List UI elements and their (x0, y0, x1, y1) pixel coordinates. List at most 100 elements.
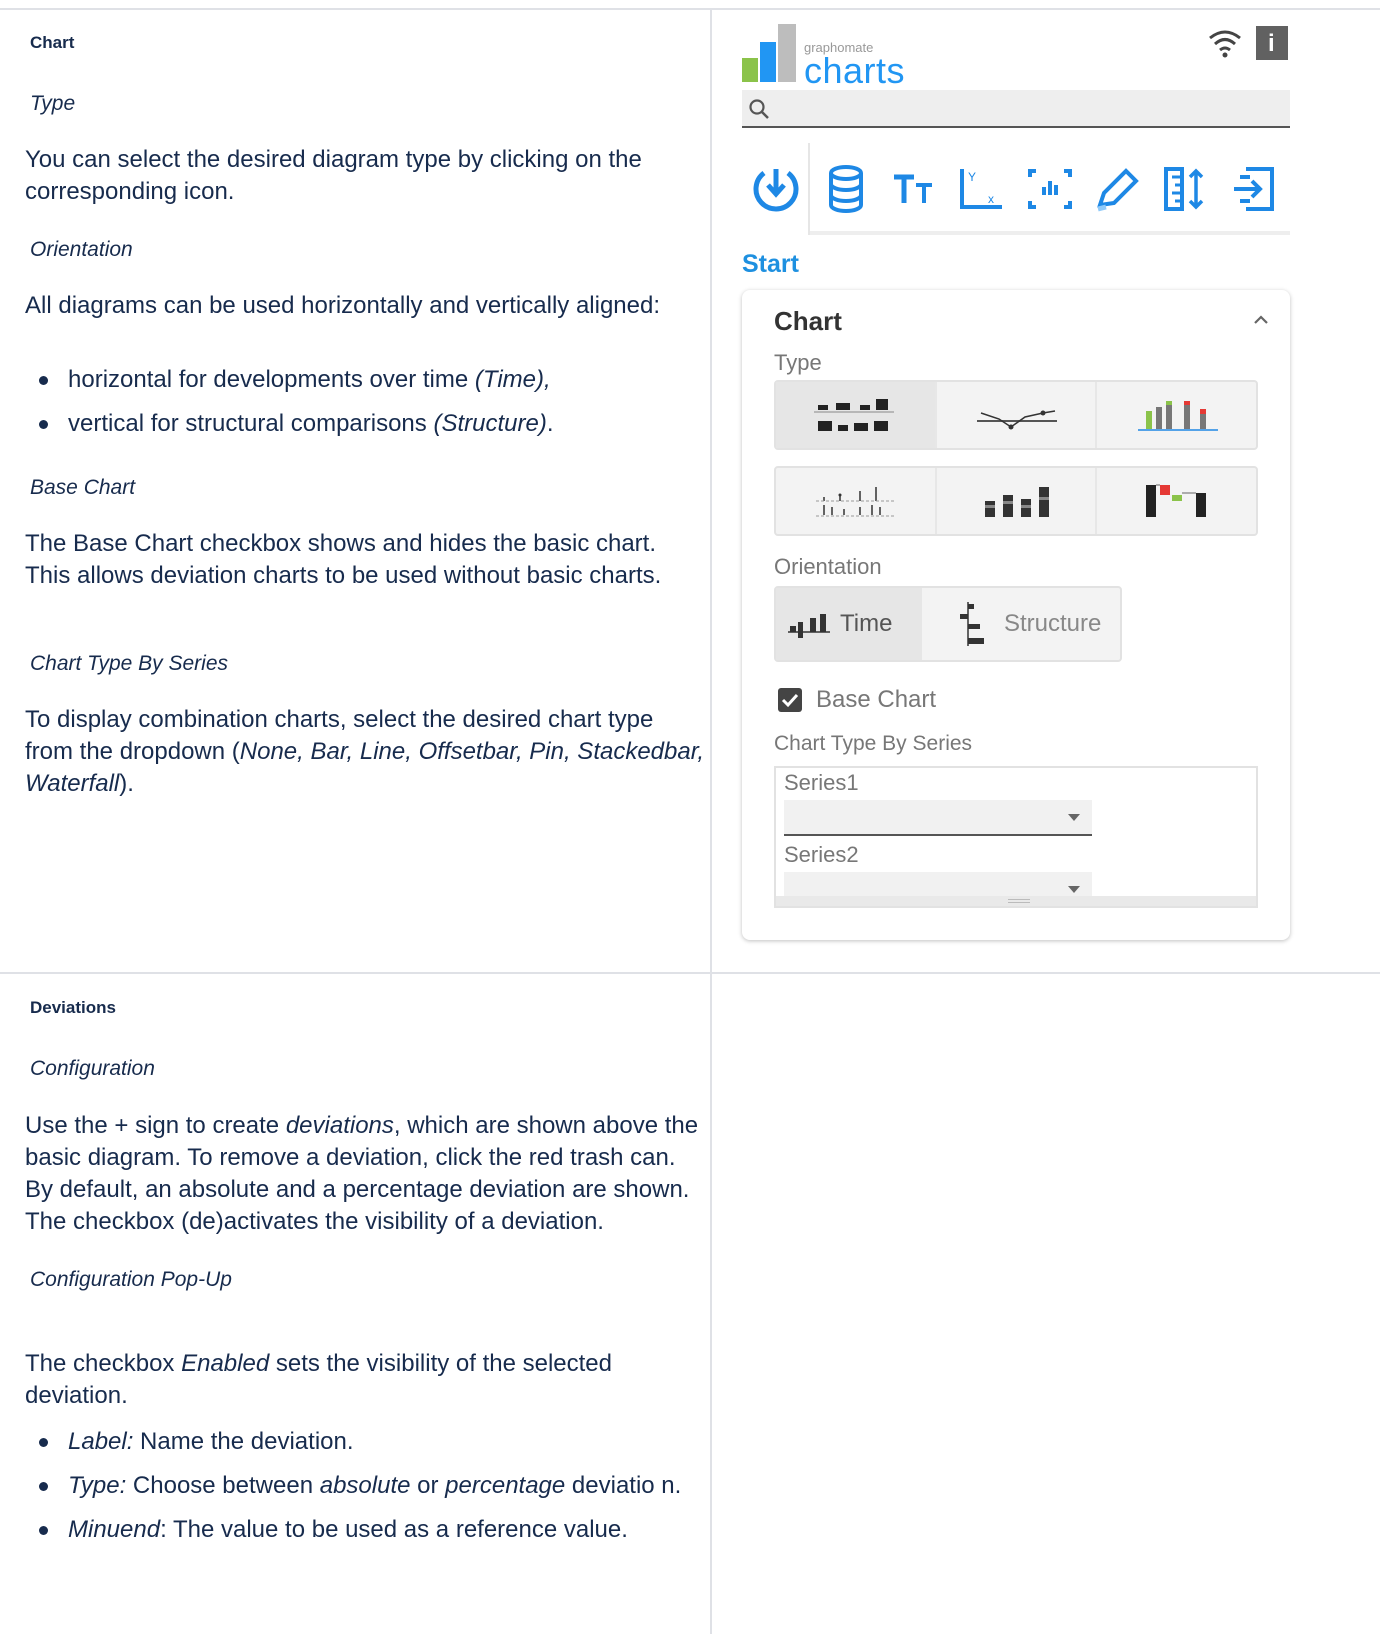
type-label: Type (774, 350, 822, 375)
series2-label: Series2 (784, 842, 859, 867)
bullet-text: horizontal for developments over time (68, 366, 475, 393)
chart-type-pin-button[interactable] (776, 468, 937, 534)
grip-icon (1008, 899, 1030, 903)
bullet-lead: Minuend (68, 1516, 161, 1543)
orientation-bullets: horizontal for developments over time (T… (25, 364, 715, 452)
chart-type-row-2 (774, 466, 1258, 536)
series-list: Series1 Series2 (774, 766, 1258, 908)
start-icon (753, 169, 799, 212)
chart-settings-card: Chart Type Orientation Time Structure Ba… (742, 290, 1290, 940)
text-size-icon[interactable] (886, 163, 942, 215)
list-item: horizontal for developments over time (T… (25, 364, 715, 396)
export-icon[interactable] (1226, 163, 1282, 215)
elements-icon[interactable] (1022, 163, 1078, 215)
database-icon[interactable] (818, 163, 874, 215)
subheading-type: Type (30, 92, 76, 115)
list-item: Minuend: The value to be used as a refer… (25, 1514, 715, 1546)
series1-label: Series1 (784, 770, 859, 795)
orientation-description: All diagrams can be used horizontally an… (25, 292, 661, 319)
section-heading-chart: Chart (30, 33, 75, 52)
subheading-chart-type-by-series: Chart Type By Series (30, 652, 229, 675)
popup-bullets: Label: Name the deviation. Type: Choose … (25, 1426, 715, 1558)
time-orientation-icon (788, 614, 830, 638)
chart-type-bar-button[interactable] (776, 382, 937, 448)
graphomate-logo: graphomate charts (742, 24, 905, 91)
bullet-text: Choose between (126, 1472, 320, 1499)
orientation-label: Orientation (774, 554, 882, 579)
subheading-configuration-popup: Configuration Pop-Up (30, 1268, 232, 1291)
chart-type-by-series-label: Chart Type By Series (774, 732, 973, 755)
type-description: You can select the desired diagram type … (25, 146, 642, 205)
table-top-border (0, 8, 1380, 10)
stackedbar-chart-icon (985, 487, 1049, 517)
chevron-up-icon[interactable] (1252, 312, 1270, 326)
logo-bar (760, 42, 776, 82)
pen-icon[interactable] (1090, 163, 1146, 215)
ctbs-text-b: ). (119, 770, 134, 797)
base-chart-checkbox[interactable] (778, 688, 802, 712)
bullet-italic: (Structure) (433, 410, 547, 437)
tabbar-underline (810, 231, 1290, 235)
chart-type-waterfall-button[interactable] (1097, 468, 1256, 534)
logo-bar (742, 58, 758, 82)
search-icon (749, 99, 769, 119)
list-item: Type: Choose between absolute or percent… (25, 1470, 715, 1502)
list-item: Label: Name the deviation. (25, 1426, 715, 1458)
subheading-orientation: Orientation (30, 238, 133, 261)
bullet-italic: absolute (319, 1472, 411, 1499)
info-icon[interactable]: i (1256, 26, 1288, 60)
section-label-start: Start (742, 250, 799, 278)
axis-icon[interactable]: Y x (954, 163, 1010, 215)
chart-type-by-series-description: To display combination charts, select th… (25, 704, 705, 800)
pin-chart-icon (816, 487, 895, 517)
orientation-structure-button[interactable]: Structure (922, 588, 1120, 660)
chevron-down-icon (1068, 886, 1080, 893)
section-heading-deviations: Deviations (30, 998, 116, 1017)
ruler-icon[interactable] (1158, 163, 1214, 215)
panel-tabbar: Y x (742, 143, 1290, 235)
search-input[interactable] (742, 90, 1290, 128)
checkmark-icon (781, 693, 799, 708)
wifi-icon[interactable] (1208, 28, 1242, 58)
bullet-mid: or (410, 1472, 446, 1499)
chart-type-stackedbar-button[interactable] (937, 468, 1098, 534)
orientation-toggle: Time Structure (774, 586, 1122, 662)
bullet-text: vertical for structural comparisons (68, 410, 434, 437)
top-right-icons: i (1208, 26, 1290, 60)
series1-dropdown[interactable] (784, 800, 1092, 836)
svg-text:x: x (988, 192, 994, 206)
config-text-a: Use the + sign to create (25, 1112, 286, 1139)
bullet-lead: Type: (68, 1472, 127, 1499)
tab-start[interactable] (742, 143, 810, 235)
popup-italic: Enabled (181, 1350, 270, 1377)
popup-text-a: The checkbox (25, 1350, 182, 1377)
resize-handle[interactable] (776, 896, 1256, 906)
bullet-italic: percentage (445, 1472, 566, 1499)
chart-type-offsetbar-button[interactable] (1097, 382, 1256, 448)
offsetbar-chart-icon (1137, 401, 1218, 431)
list-item: vertical for structural comparisons (Str… (25, 408, 715, 440)
waterfall-chart-icon (1145, 484, 1206, 517)
logo-bar (778, 24, 796, 82)
chart-type-line-button[interactable] (937, 382, 1098, 448)
card-title: Chart (774, 306, 842, 336)
subheading-base-chart: Base Chart (30, 476, 136, 499)
table-row-divider (0, 972, 1380, 974)
structure-orientation-icon (960, 602, 984, 646)
configuration-description: Use the + sign to create deviations, whi… (25, 1110, 705, 1238)
bullet-tail: deviatio n. (565, 1472, 682, 1499)
bullet-tail: . (546, 410, 554, 437)
orientation-time-label: Time (840, 610, 893, 637)
bar-chart-icon (814, 399, 895, 431)
bullet-text: Name the deviation. (133, 1428, 354, 1455)
base-chart-label: Base Chart (816, 686, 937, 713)
subheading-configuration: Configuration (30, 1057, 155, 1080)
chart-type-row-1 (774, 380, 1258, 450)
svg-text:Y: Y (968, 170, 976, 184)
table-column-divider (710, 8, 712, 1634)
config-italic: deviations (285, 1112, 394, 1139)
bullet-italic: (Time), (474, 366, 551, 393)
orientation-time-button[interactable]: Time (776, 588, 922, 660)
line-chart-icon (977, 410, 1057, 430)
orientation-structure-label: Structure (1004, 610, 1102, 637)
